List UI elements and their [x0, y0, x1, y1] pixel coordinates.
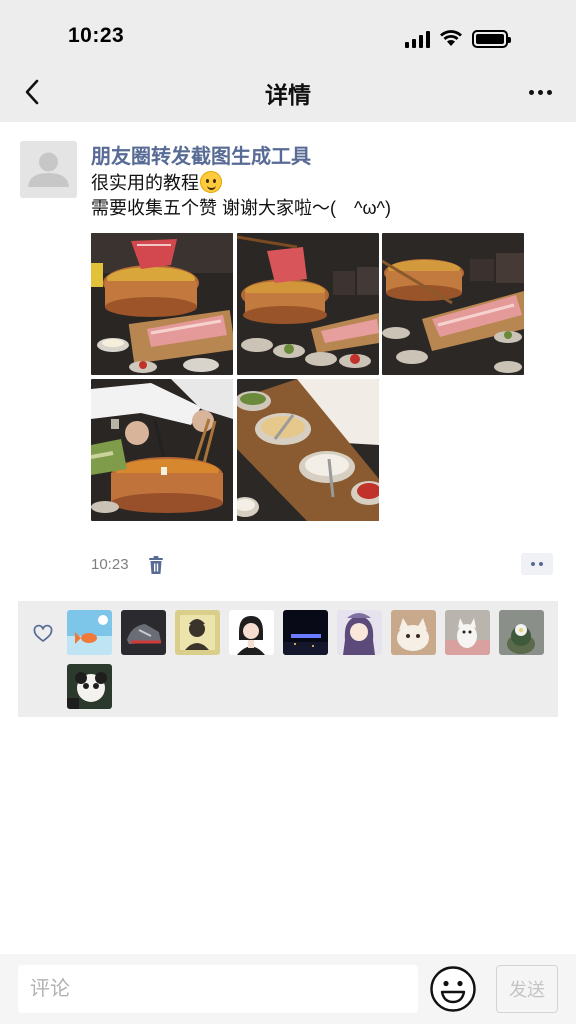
user-avatar[interactable]: [20, 141, 77, 198]
like-avatar-10[interactable]: [67, 664, 112, 709]
like-comment-menu-button[interactable]: [521, 553, 553, 575]
post-text-line1: 很实用的教程: [91, 173, 199, 193]
like-avatar-4[interactable]: [229, 610, 274, 655]
comment-input[interactable]: [18, 965, 418, 1013]
post-text: 很实用的教程 需要收集五个赞 谢谢大家啦～( ^ω^): [91, 171, 391, 221]
post-photo-4[interactable]: [91, 379, 233, 521]
wifi-icon: [440, 30, 462, 46]
default-avatar-icon: [20, 141, 77, 198]
more-dots-icon: [528, 89, 534, 95]
status-bar: 10:23: [0, 0, 576, 62]
smiley-face-icon: [430, 966, 476, 1012]
trash-icon: [149, 556, 163, 574]
nav-bar: 详情: [0, 62, 576, 122]
like-avatar-9[interactable]: [499, 610, 544, 655]
heart-outline-icon: [33, 624, 53, 642]
like-avatar-3[interactable]: [175, 610, 220, 655]
post-photo-5[interactable]: [237, 379, 379, 521]
like-avatar-2[interactable]: [121, 610, 166, 655]
delete-button[interactable]: [146, 555, 166, 575]
post-time: 10:23: [91, 556, 129, 573]
send-button[interactable]: 发送: [496, 965, 558, 1013]
page-title: 详情: [265, 82, 311, 108]
status-time: 10:23: [68, 24, 125, 47]
two-dots-icon: [531, 562, 535, 566]
post-photo-2[interactable]: [237, 233, 379, 375]
status-icons: [405, 28, 511, 48]
like-avatar-6[interactable]: [337, 610, 382, 655]
likes-panel: [18, 601, 558, 717]
comment-bar: 发送: [0, 954, 576, 1024]
signal-icon: [405, 30, 430, 48]
like-avatar-5[interactable]: [283, 610, 328, 655]
post-text-line2: 需要收集五个赞 谢谢大家啦～( ^ω^): [91, 198, 391, 218]
post-username[interactable]: 朋友圈转发截图生成工具: [91, 140, 311, 169]
smile-emoji-icon: [200, 171, 222, 193]
more-button[interactable]: [522, 74, 558, 110]
emoji-button[interactable]: [429, 965, 477, 1013]
like-avatar-7[interactable]: [391, 610, 436, 655]
like-avatar-1[interactable]: [67, 610, 112, 655]
post-photo-1[interactable]: [91, 233, 233, 375]
like-avatar-8[interactable]: [445, 610, 490, 655]
post-photo-3[interactable]: [382, 233, 524, 375]
battery-icon: [472, 30, 511, 48]
